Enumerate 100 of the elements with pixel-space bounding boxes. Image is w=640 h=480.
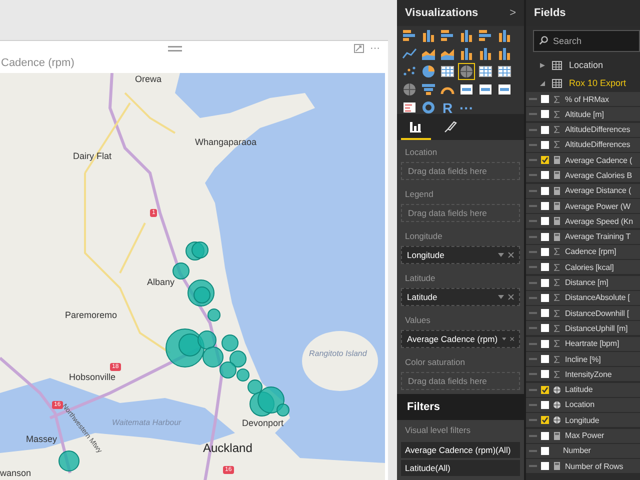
field-row[interactable]: % of HRMax: [526, 92, 640, 106]
field-row[interactable]: Number of Rows: [526, 459, 640, 474]
more-options-button[interactable]: ···: [370, 44, 380, 54]
close-icon[interactable]: [508, 252, 514, 258]
bar-chart-icon[interactable]: [401, 27, 418, 44]
field-row[interactable]: Calories [kcal]: [526, 260, 640, 274]
checkbox[interactable]: [541, 126, 549, 134]
map-chart-icon[interactable]: [458, 63, 475, 80]
checkbox[interactable]: [541, 309, 549, 318]
field-row[interactable]: Number: [526, 444, 640, 458]
caret-icon[interactable]: [498, 295, 504, 299]
field-row[interactable]: Cadence [rpm]: [526, 244, 640, 259]
field-row[interactable]: Incline [%]: [526, 352, 640, 366]
field-row[interactable]: Max Power: [526, 428, 640, 443]
table-name[interactable]: Location: [569, 60, 604, 70]
table-chart-icon[interactable]: [439, 63, 456, 80]
field-row[interactable]: Longitude: [526, 413, 640, 428]
expanded-caret-icon[interactable]: [540, 80, 545, 86]
column-chart-icon[interactable]: [496, 45, 513, 62]
field-row[interactable]: Heartrate [bpm]: [526, 336, 640, 351]
drop-zone[interactable]: Drag data fields here: [401, 162, 520, 180]
checkbox[interactable]: [541, 324, 549, 332]
focus-mode-icon[interactable]: [354, 44, 364, 53]
filter-card[interactable]: Average Cadence (rpm)(All): [401, 442, 520, 458]
checkbox[interactable]: [541, 232, 549, 241]
checkbox[interactable]: [541, 340, 549, 348]
field-pill[interactable]: Longitude: [401, 246, 520, 264]
checkbox[interactable]: [541, 355, 549, 364]
bar-chart-icon[interactable]: [477, 27, 494, 44]
field-row[interactable]: Average Distance (: [526, 184, 640, 198]
checkbox[interactable]: [541, 140, 549, 149]
search-field[interactable]: Search: [533, 30, 640, 52]
checkbox[interactable]: [541, 416, 549, 424]
field-row[interactable]: DistanceAbsolute [: [526, 290, 640, 305]
field-row[interactable]: Average Power (W: [526, 199, 640, 214]
checkbox[interactable]: [541, 110, 549, 118]
drop-zone[interactable]: Drag data fields here: [401, 372, 520, 390]
field-row[interactable]: Average Speed (Kn: [526, 214, 640, 228]
caret-icon[interactable]: [502, 337, 506, 341]
drop-zone[interactable]: Drag data fields here: [401, 204, 520, 222]
field-row[interactable]: Altitude [m]: [526, 107, 640, 122]
panel-title: Fields: [534, 7, 566, 19]
column-chart-icon[interactable]: [477, 45, 494, 62]
checkbox[interactable]: [541, 432, 549, 440]
checkbox[interactable]: [541, 294, 549, 302]
field-row[interactable]: DistanceDownhill [: [526, 306, 640, 320]
donut-chart-icon[interactable]: [420, 99, 437, 116]
checkbox[interactable]: [541, 186, 549, 195]
checkbox[interactable]: [541, 156, 549, 164]
checkbox[interactable]: [541, 263, 549, 272]
checkbox[interactable]: [541, 171, 549, 180]
bar-chart-icon[interactable]: [439, 27, 456, 44]
close-icon[interactable]: [510, 336, 514, 342]
collapse-button[interactable]: >: [510, 7, 516, 19]
more-visuals-button[interactable]: ···: [458, 99, 475, 116]
field-name: Longitude: [407, 250, 446, 260]
field-row[interactable]: Average Cadence (: [526, 153, 640, 168]
funnel-chart-icon[interactable]: [420, 81, 437, 98]
field-pill[interactable]: Average Cadence (rpm): [401, 330, 520, 348]
paintbrush-icon[interactable]: [442, 119, 458, 135]
field-row[interactable]: Distance [m]: [526, 276, 640, 290]
checkbox[interactable]: [541, 217, 549, 226]
collapsed-caret-icon[interactable]: [540, 62, 545, 68]
checkbox[interactable]: [541, 446, 549, 455]
column-chart-icon[interactable]: [458, 45, 475, 62]
checkbox[interactable]: [541, 248, 549, 256]
checkbox[interactable]: [541, 370, 549, 378]
r-visual-button[interactable]: R: [439, 99, 456, 116]
field-pill[interactable]: Latitude: [401, 288, 520, 306]
filter-card[interactable]: Latitude(All): [401, 460, 520, 476]
column-chart-icon[interactable]: [496, 27, 513, 44]
field-row[interactable]: Latitude: [526, 382, 640, 397]
checkbox[interactable]: [541, 400, 549, 409]
checkbox[interactable]: [541, 386, 549, 394]
caret-icon[interactable]: [498, 253, 504, 257]
map-chart-icon[interactable]: [401, 81, 418, 98]
bar-chart-icon[interactable]: [408, 119, 424, 135]
checkbox[interactable]: [541, 202, 549, 210]
field-row[interactable]: AltitudeDifferences: [526, 122, 640, 137]
column-chart-icon[interactable]: [420, 27, 437, 44]
field-row[interactable]: DistanceUphill [m]: [526, 321, 640, 336]
field-row[interactable]: Average Calories B: [526, 168, 640, 182]
well-label: Location: [404, 146, 438, 159]
column-chart-icon[interactable]: [458, 27, 475, 44]
field-row[interactable]: Location: [526, 398, 640, 412]
field-row[interactable]: AltitudeDifferences: [526, 138, 640, 152]
checkbox[interactable]: [541, 462, 549, 470]
table-chart-icon[interactable]: [496, 63, 513, 80]
field-row[interactable]: Average Training T: [526, 230, 640, 244]
checkbox[interactable]: [541, 278, 549, 287]
table-name[interactable]: Rox 10 Export: [569, 78, 626, 88]
place-label: Albany: [147, 277, 175, 287]
checkbox[interactable]: [541, 95, 549, 103]
pie-chart-icon[interactable]: [420, 63, 437, 80]
close-icon[interactable]: [508, 294, 514, 300]
field-name: IntensityZone: [565, 370, 612, 379]
drag-handle-icon[interactable]: [168, 46, 182, 52]
field-name: Number of Rows: [565, 462, 624, 471]
table-chart-icon[interactable]: [477, 63, 494, 80]
field-row[interactable]: IntensityZone: [526, 367, 640, 382]
